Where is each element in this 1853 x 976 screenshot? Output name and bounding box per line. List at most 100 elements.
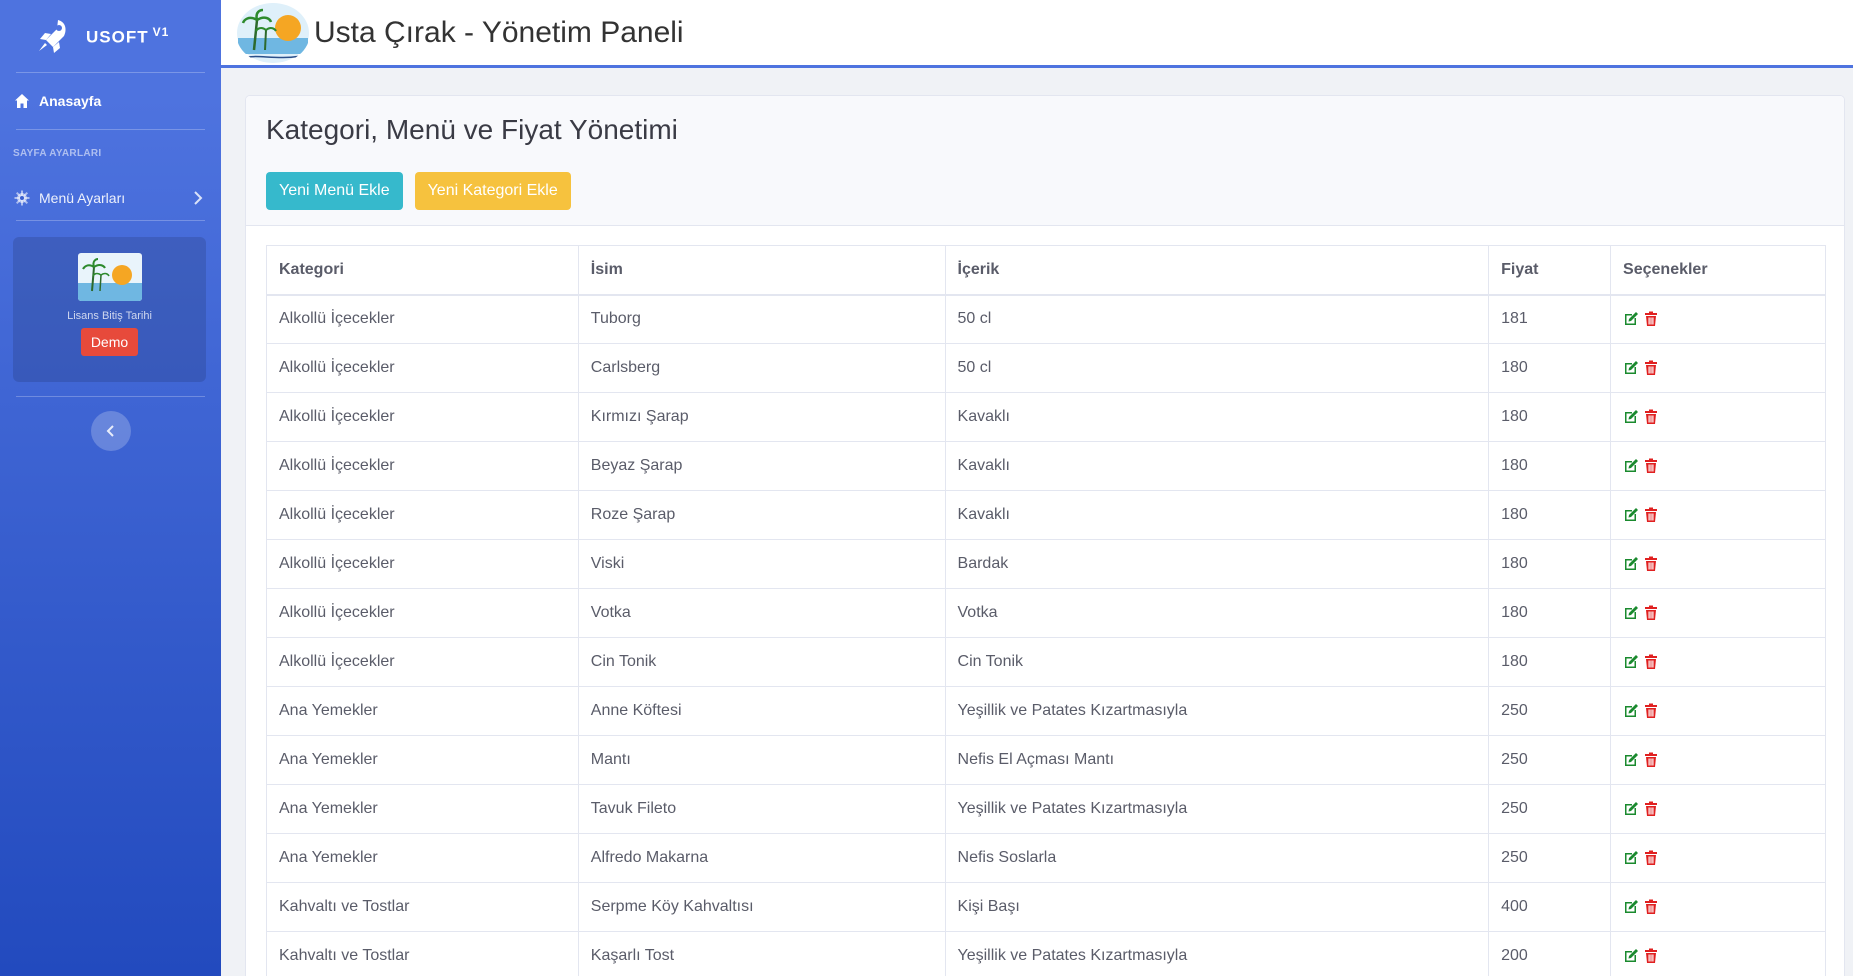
cell-options	[1610, 784, 1826, 834]
table-header-row: Kategori İsim İçerik Fiyat Seçenekler	[266, 245, 1826, 296]
cell-content: Nefis Soslarla	[944, 833, 1490, 883]
sidebar-item-home[interactable]: Anasayfa	[0, 73, 221, 129]
cell-content: 50 cl	[944, 294, 1490, 344]
menu-table: Kategori İsim İçerik Fiyat Seçenekler Al…	[266, 245, 1826, 976]
cell-options	[1610, 588, 1826, 638]
cell-category: Ana Yemekler	[266, 833, 579, 883]
edit-icon[interactable]	[1623, 409, 1639, 425]
column-header-options[interactable]: Seçenekler	[1610, 245, 1826, 296]
edit-icon[interactable]	[1623, 605, 1639, 621]
cell-price: 180	[1488, 392, 1612, 442]
cell-category: Ana Yemekler	[266, 735, 579, 785]
cell-options	[1610, 637, 1826, 687]
demo-badge: Demo	[80, 328, 139, 356]
sidebar-item-label: Menü Ayarları	[39, 190, 126, 206]
sidebar-heading: SAYFA AYARLARI	[13, 148, 102, 159]
cell-category: Alkollü İçecekler	[266, 343, 579, 393]
table-row: Ana Yemekler Mantı Nefis El Açması Mantı 25…	[266, 735, 1826, 785]
cell-content: Votka	[944, 588, 1490, 638]
cell-options	[1610, 392, 1826, 442]
home-icon	[15, 94, 29, 108]
chevron-right-icon	[194, 191, 203, 205]
edit-icon[interactable]	[1623, 311, 1639, 327]
cell-price: 180	[1488, 539, 1612, 589]
cell-options	[1610, 343, 1826, 393]
page-title: Usta Çırak - Yönetim Paneli	[314, 15, 684, 49]
topbar: Usta Çırak - Yönetim Paneli	[221, 0, 1853, 68]
sidebar-item-menu-settings[interactable]: Menü Ayarları	[0, 176, 221, 220]
trash-icon[interactable]	[1643, 556, 1659, 572]
cell-content: Kişi Başı	[944, 882, 1490, 932]
cell-options	[1610, 735, 1826, 785]
trash-icon[interactable]	[1643, 409, 1659, 425]
cell-name: Beyaz Şarap	[577, 441, 946, 491]
chevron-left-icon	[106, 425, 114, 437]
cell-price: 180	[1488, 637, 1612, 687]
cell-content: Kavaklı	[944, 490, 1490, 540]
cell-category: Alkollü İçecekler	[266, 294, 579, 344]
edit-icon[interactable]	[1623, 850, 1639, 866]
trash-icon[interactable]	[1643, 752, 1659, 768]
table-row: Alkollü İçecekler Roze Şarap Kavaklı 180	[266, 490, 1826, 540]
cell-content: 50 cl	[944, 343, 1490, 393]
table-row: Ana Yemekler Tavuk Fileto Yeşillik ve Pata…	[266, 784, 1826, 834]
cell-price: 250	[1488, 735, 1612, 785]
edit-icon[interactable]	[1623, 654, 1639, 670]
cell-name: Tavuk Fileto	[577, 784, 946, 834]
cell-options	[1610, 490, 1826, 540]
table-row: Kahvaltı ve Tostlar Serpme Köy Kahvaltısı…	[266, 882, 1826, 932]
trash-icon[interactable]	[1643, 605, 1659, 621]
cell-options	[1610, 931, 1826, 976]
add-menu-button[interactable]: Yeni Menü Ekle	[266, 172, 403, 210]
brand[interactable]: USOFT V1	[0, 0, 221, 72]
cell-name: Votka	[577, 588, 946, 638]
logo-image	[236, 1, 310, 64]
column-header-category[interactable]: Kategori	[266, 245, 579, 296]
cell-name: Tuborg	[577, 294, 946, 344]
trash-icon[interactable]	[1643, 360, 1659, 376]
cell-category: Alkollü İçecekler	[266, 637, 579, 687]
edit-icon[interactable]	[1623, 556, 1639, 572]
column-header-name[interactable]: İsim	[577, 245, 946, 296]
trash-icon[interactable]	[1643, 899, 1659, 915]
cell-name: Kırmızı Şarap	[577, 392, 946, 442]
cell-name: Serpme Köy Kahvaltısı	[577, 882, 946, 932]
edit-icon[interactable]	[1623, 752, 1639, 768]
cell-category: Alkollü İçecekler	[266, 392, 579, 442]
edit-icon[interactable]	[1623, 948, 1639, 964]
edit-icon[interactable]	[1623, 360, 1639, 376]
edit-icon[interactable]	[1623, 703, 1639, 719]
cell-category: Alkollü İçecekler	[266, 539, 579, 589]
cell-category: Alkollü İçecekler	[266, 490, 579, 540]
card-header: Kategori, Menü ve Fiyat Yönetimi Yeni Me…	[246, 96, 1844, 226]
column-header-content[interactable]: İçerik	[944, 245, 1490, 296]
sidebar-item-label: Anasayfa	[39, 93, 102, 109]
add-category-button[interactable]: Yeni Kategori Ekle	[414, 172, 571, 210]
trash-icon[interactable]	[1643, 311, 1659, 327]
cell-price: 400	[1488, 882, 1612, 932]
cell-price: 180	[1488, 343, 1612, 393]
edit-icon[interactable]	[1623, 458, 1639, 474]
trash-icon[interactable]	[1643, 458, 1659, 474]
cell-price: 180	[1488, 441, 1612, 491]
cell-price: 250	[1488, 686, 1612, 736]
table-row: Kahvaltı ve Tostlar Kaşarlı Tost Yeşillik …	[266, 931, 1826, 976]
column-header-price[interactable]: Fiyat	[1488, 245, 1612, 296]
trash-icon[interactable]	[1643, 703, 1659, 719]
edit-icon[interactable]	[1623, 507, 1639, 523]
edit-icon[interactable]	[1623, 899, 1639, 915]
trash-icon[interactable]	[1643, 850, 1659, 866]
trash-icon[interactable]	[1643, 654, 1659, 670]
trash-icon[interactable]	[1643, 948, 1659, 964]
edit-icon[interactable]	[1623, 801, 1639, 817]
trash-icon[interactable]	[1643, 507, 1659, 523]
card-title: Kategori, Menü ve Fiyat Yönetimi	[266, 114, 678, 145]
cell-content: Kavaklı	[944, 441, 1490, 491]
license-card: Lisans Bitiş Tarihi Demo	[13, 237, 206, 382]
sidebar-toggle-button[interactable]	[90, 411, 131, 451]
gear-icon	[14, 190, 30, 206]
trash-icon[interactable]	[1643, 801, 1659, 817]
cell-content: Yeşillik ve Patates Kızartmasıyla	[944, 686, 1490, 736]
cell-name: Roze Şarap	[577, 490, 946, 540]
table-row: Alkollü İçecekler Viski Bardak 180	[266, 539, 1826, 589]
